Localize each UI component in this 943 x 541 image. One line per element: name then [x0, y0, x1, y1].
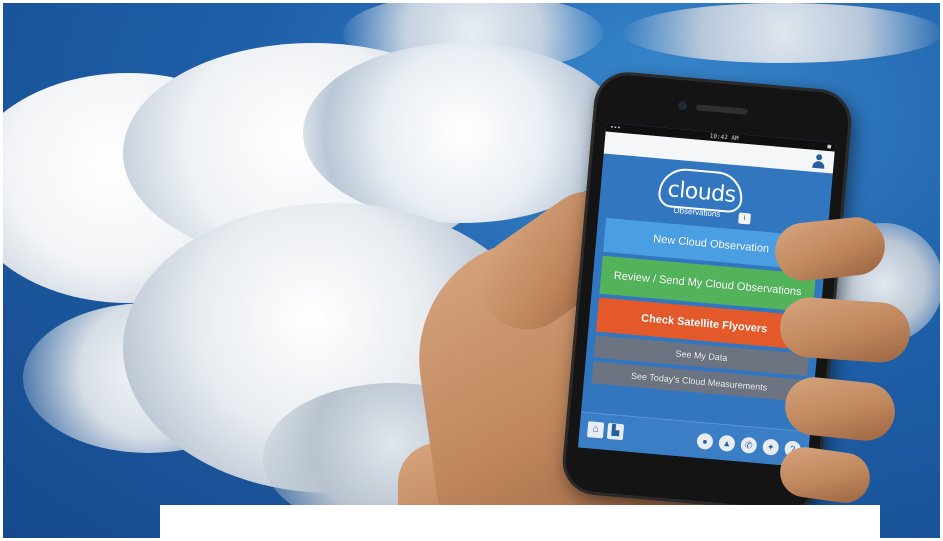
- phone-icon[interactable]: ✆: [740, 436, 758, 454]
- cloud: [623, 3, 940, 63]
- user-icon[interactable]: [811, 154, 826, 169]
- earpiece-speaker: [695, 104, 749, 115]
- battery-icon: ■: [827, 142, 832, 151]
- signal-indicator: •••: [609, 123, 622, 132]
- front-camera-icon: [677, 100, 688, 111]
- chart-icon[interactable]: ▙: [606, 422, 625, 441]
- info-badge[interactable]: i: [738, 212, 752, 225]
- pin-icon[interactable]: ▲: [718, 434, 736, 452]
- bottom-toolbar: ⌂ ▙ ● ▲ ✆ ✦ ?: [577, 411, 811, 468]
- globe-icon[interactable]: ●: [696, 432, 714, 451]
- hand-finger: [778, 295, 912, 365]
- satellite-icon[interactable]: ✦: [762, 438, 780, 456]
- home-icon[interactable]: ⌂: [586, 421, 605, 439]
- caption-box: [160, 505, 880, 541]
